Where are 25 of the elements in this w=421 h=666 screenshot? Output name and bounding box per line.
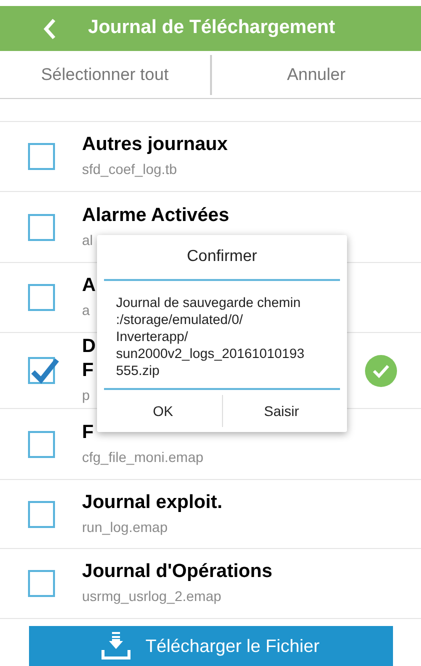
file-name: al [82, 230, 93, 250]
log-title: Autres journaux [82, 133, 228, 157]
log-title: A [82, 274, 96, 298]
download-icon [101, 632, 132, 660]
log-title: D [82, 335, 96, 359]
file-name: run_log.emap [82, 518, 168, 537]
back-icon [43, 18, 57, 40]
cancel-button[interactable]: Annuler [212, 51, 421, 98]
select-all-button[interactable]: Sélectionner tout [0, 51, 210, 98]
dialog-title: Confirmer [186, 247, 258, 267]
file-name: cfg_file_moni.emap [82, 448, 204, 467]
file-name: p [82, 386, 90, 405]
log-title: F [82, 359, 94, 383]
log-title: Alarme Activées [82, 204, 230, 228]
download-button[interactable]: Télécharger le Fichier [28, 626, 392, 666]
file-name: a [82, 301, 90, 320]
dialog-button[interactable]: OK [104, 390, 222, 432]
log-title: Journal exploit. [82, 490, 222, 514]
dialog-button[interactable]: Saisir [223, 390, 340, 432]
file-name: usrmg_usrlog_2.emap [82, 587, 222, 606]
file-name: sfd_coef_log.tb [82, 160, 177, 179]
window-title: Journal de Téléchargement [88, 16, 336, 40]
log-title: F [82, 420, 94, 444]
log-title: Journal d'Opérations [82, 560, 272, 584]
dialog-message: Journal de sauvegarde chemin :/storage/emulated/0/ Inverterapp/ sun2000v2_logs_20161010193 555.zip [115, 294, 306, 380]
